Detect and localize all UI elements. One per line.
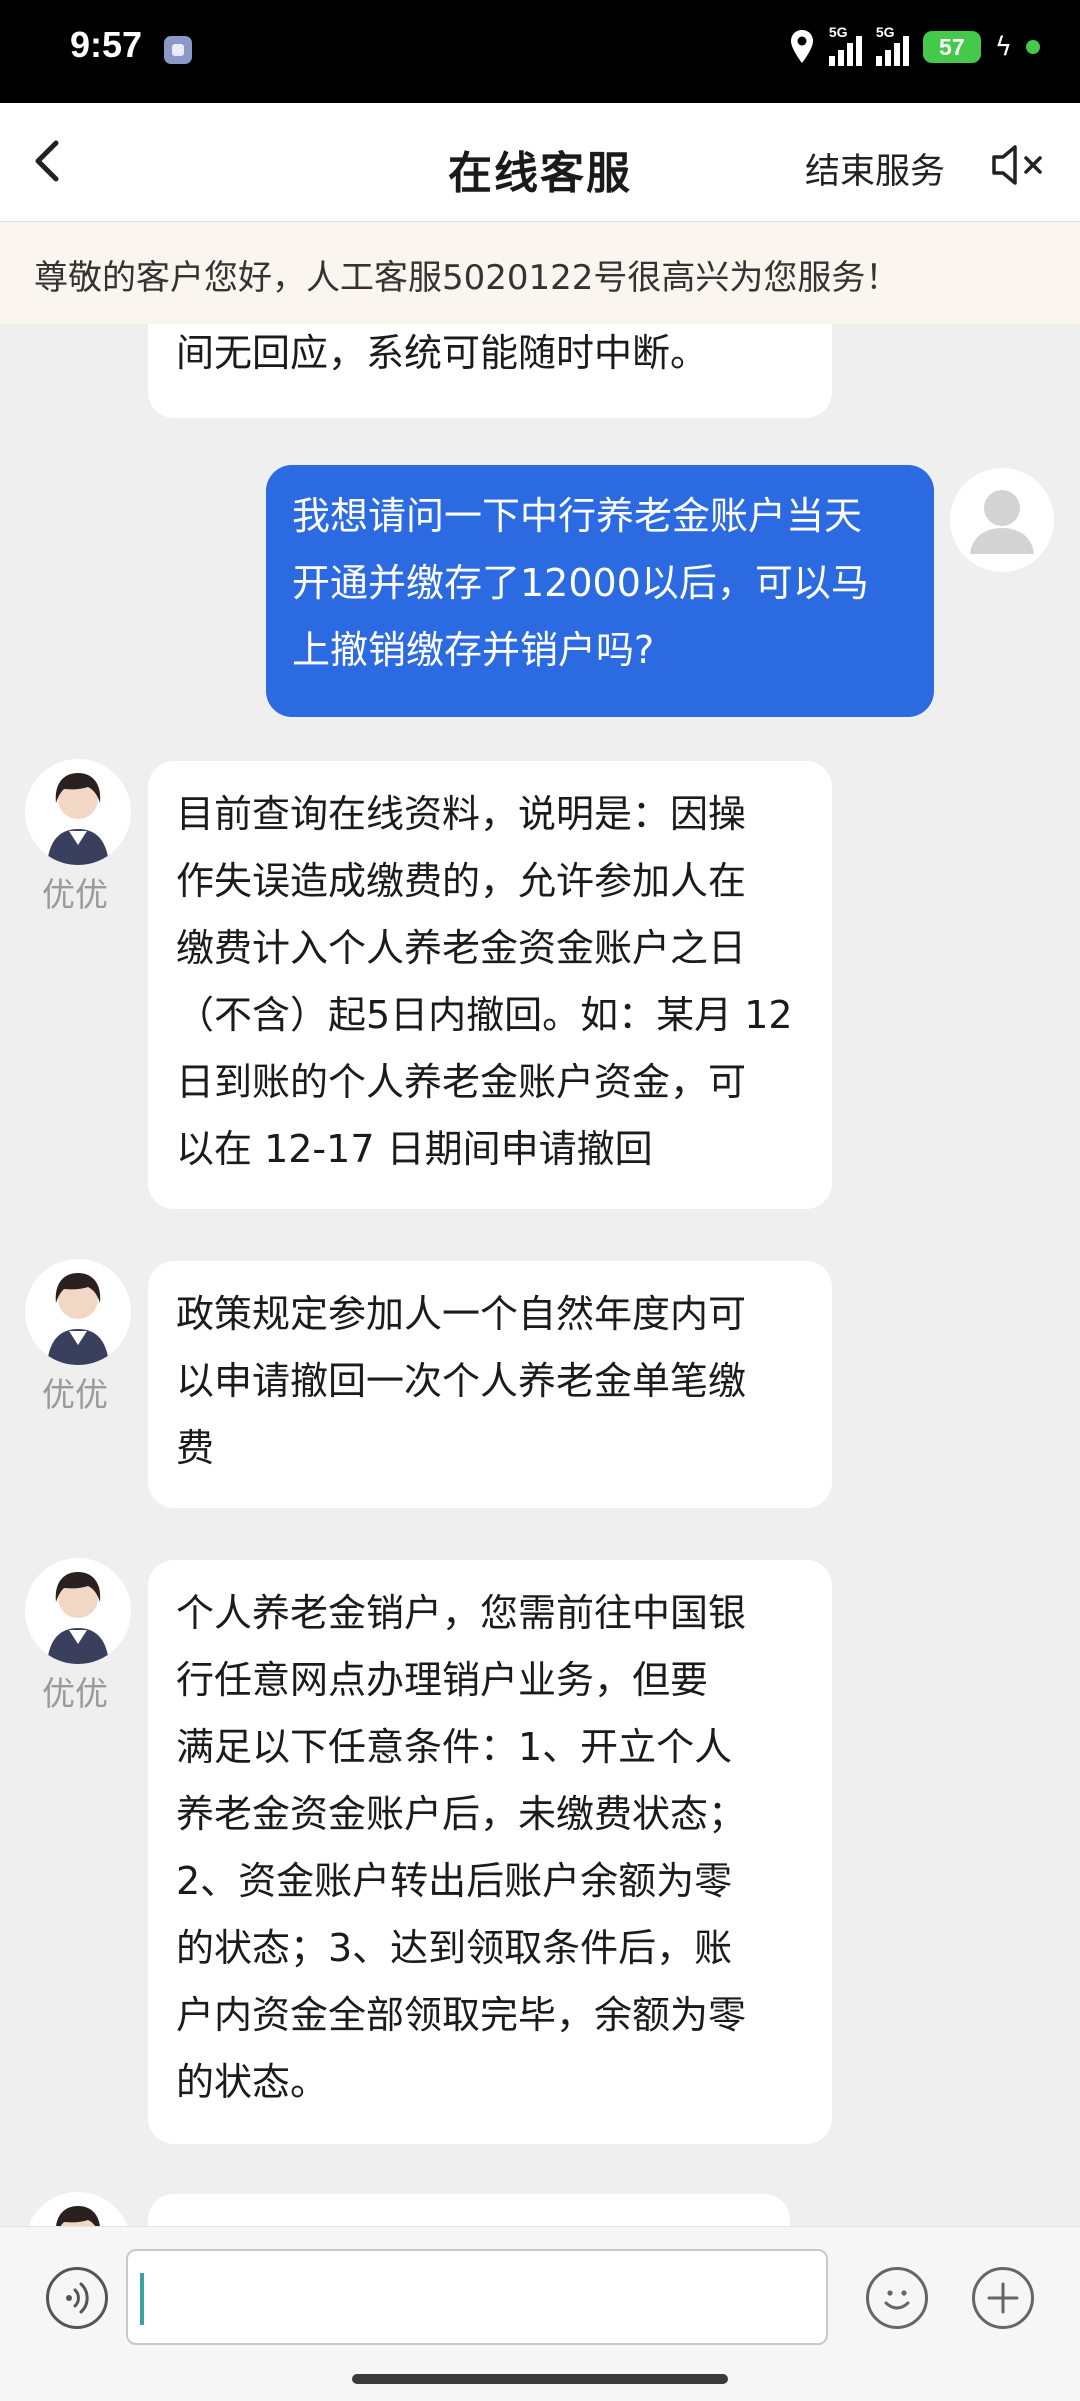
status-time: 9:57 [70,24,143,65]
agent-avatar-icon [47,773,109,865]
text-cursor [140,2273,144,2325]
service-notice-text: 尊敬的客户您好，人工客服5020122号很高兴为您服务！ [34,258,900,298]
charging-icon: ϟ [994,32,1012,62]
app-notification-icon [164,36,192,64]
user-avatar[interactable] [950,468,1054,572]
speaker-mute-icon[interactable] [990,143,1046,187]
message-line: 的状态。 [176,2060,329,2104]
voice-icon [66,2282,89,2314]
message-line: （不含）起5日内撤回。如：某月 12 [176,993,793,1037]
agent-avatar-icon [47,1273,109,1365]
user-avatar-icon [970,490,1034,554]
status-bar: 9:57 5G 5G 57 ϟ [0,0,1080,103]
emoji-button[interactable] [866,2267,928,2329]
message-line: 行任意网点办理销户业务，但要 [176,1658,709,1702]
agent-avatar[interactable] [25,1259,131,1365]
message-line: 上撤销缴存并销户吗? [292,628,655,672]
service-notice-banner: 尊敬的客户您好，人工客服5020122号很高兴为您服务！ [0,222,1080,324]
agent-message-bubble: 目前查询在线资料，说明是：因操 作失误造成缴费的，允许参加人在 缴费计入个人养老… [148,761,832,1209]
message-line: 户内资金全部领取完毕，余额为零 [176,1993,747,2037]
message-line: 2、资金账户转出后账户余额为零 [176,1859,733,1903]
more-actions-button[interactable] [972,2267,1034,2329]
message-line: 费 [176,1426,215,1470]
status-icons: 5G 5G 57 ϟ [789,24,1040,66]
privacy-indicator-icon [1026,40,1040,54]
agent-name: 优优 [42,1674,108,1713]
home-indicator[interactable] [352,2374,728,2384]
message-line: 日到账的个人养老金账户资金，可 [176,1060,747,1104]
nav-bar: 在线客服 结束服务 [0,103,1080,222]
voice-input-button[interactable] [46,2267,108,2329]
signal-icon-2: 5G [875,24,909,66]
agent-message-bubble: 政策规定参加人一个自然年度内可 以申请撤回一次个人养老金单笔缴 费 [148,1261,832,1508]
message-text-input[interactable] [126,2249,828,2345]
smiley-icon [884,2290,910,2310]
agent-avatar[interactable] [25,1558,131,1664]
agent-avatar[interactable] [25,2192,131,2226]
message-line: 目前查询在线资料，说明是：因操 [176,792,747,836]
message-line: 我想请问一下中行养老金账户当天 [292,494,863,538]
message-line: 的状态；3、达到领取条件后，账 [176,1926,733,1970]
location-icon [790,30,813,63]
message-line: 缴费计入个人养老金资金账户之日 [176,926,747,970]
agent-avatar[interactable] [25,759,131,865]
agent-message-bubble: 个人养老金销户，您需前往中国银 行任意网点办理销户业务，但要 满足以下任意条件：… [148,1560,832,2144]
message-line: 作失误造成缴费的，允许参加人在 [176,859,747,903]
message-line: 养老金资金账户后，未缴费状态； [176,1792,747,1836]
agent-message-bubble [148,2194,790,2226]
agent-name: 优优 [42,875,108,914]
message-line: 以在 12-17 日期间申请撤回 [176,1127,653,1171]
agent-avatar-icon [47,1572,109,1664]
user-message-bubble: 我想请问一下中行养老金账户当天 开通并缴存了12000以后，可以马 上撤销缴存并… [266,465,934,717]
message-line: 政策规定参加人一个自然年度内可 [176,1292,747,1336]
plus-icon [987,2282,1019,2314]
message-line: 间无回应，系统可能随时中断。 [176,331,709,375]
signal-icon-1: 5G [828,24,862,66]
chat-message-list[interactable]: 间无回应，系统可能随时中断。 我想请问一下中行养老金账户当天 开通并缴存了120… [0,324,1080,2226]
message-line: 开通并缴存了12000以后，可以马 [292,561,869,605]
message-line: 个人养老金销户，您需前往中国银 [176,1591,747,1635]
agent-name: 优优 [42,1375,108,1414]
agent-avatar-icon [56,2206,100,2226]
battery-icon: 57 [922,31,981,63]
message-line: 以申请撤回一次个人养老金单笔缴 [176,1359,747,1403]
message-line: 满足以下任意条件：1、开立个人 [176,1725,733,1769]
end-service-button[interactable]: 结束服务 [805,143,945,194]
agent-message-bubble: 间无回应，系统可能随时中断。 [148,324,832,418]
